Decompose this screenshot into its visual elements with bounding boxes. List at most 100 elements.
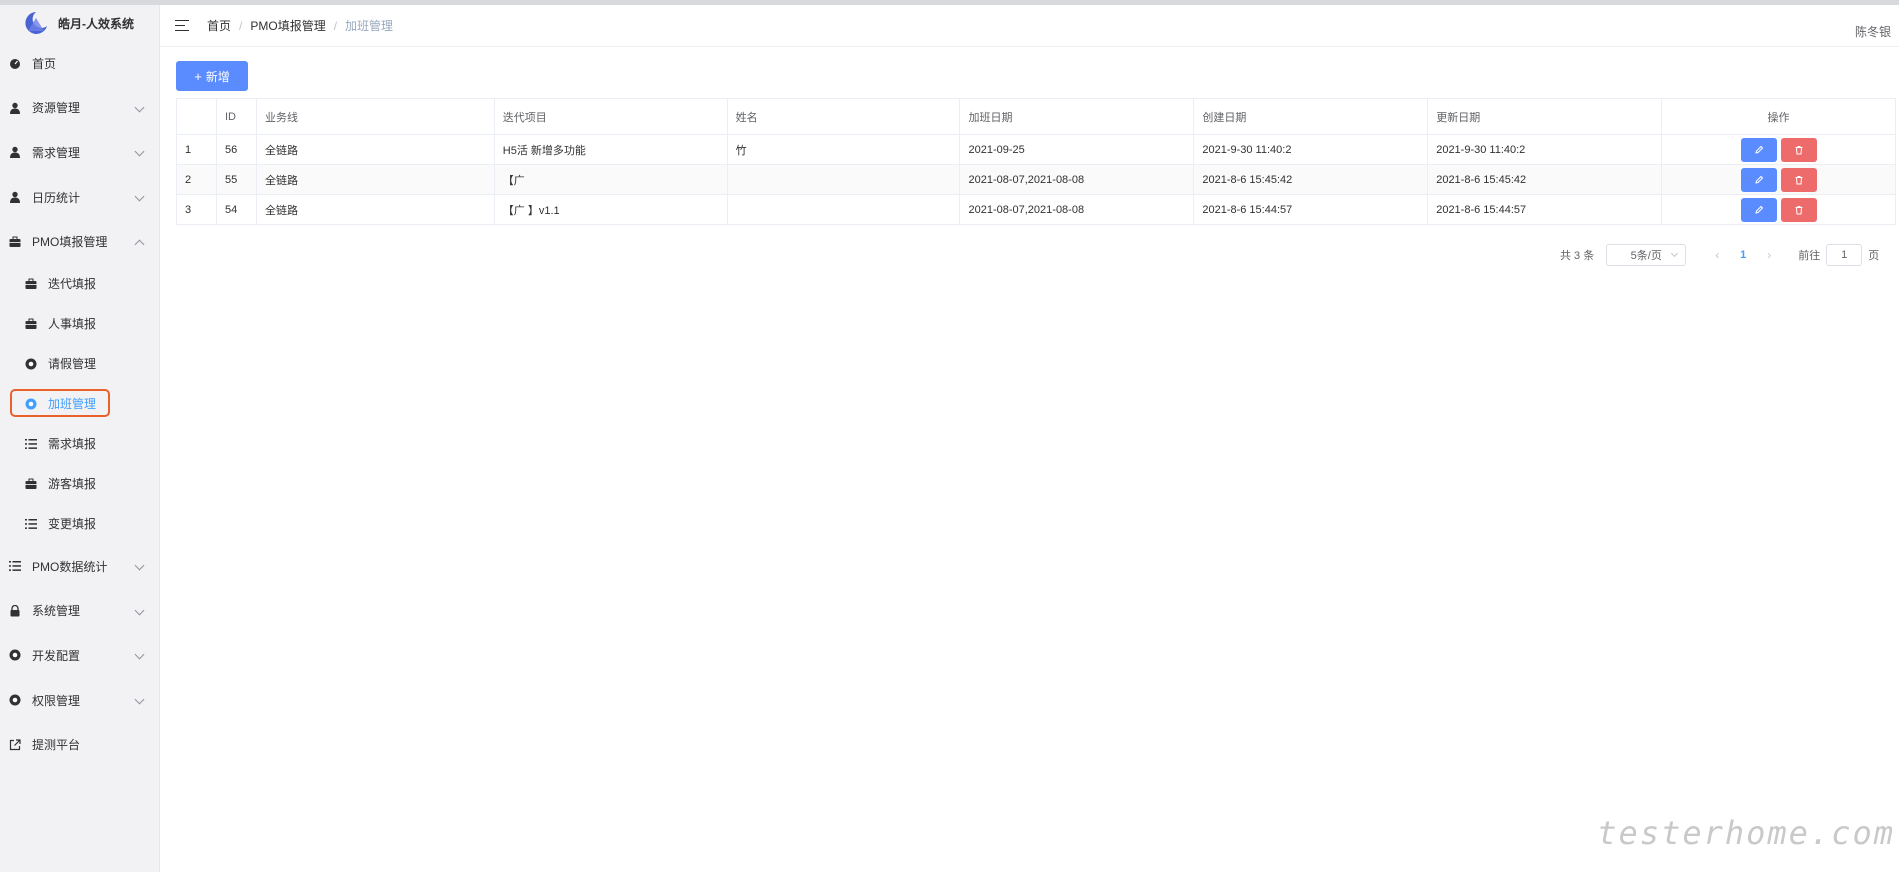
cell-project: H5活 新增多功能	[493, 134, 728, 165]
cell-line: 全链路	[255, 164, 495, 195]
table-body: 1 56 全链路 H5活 新增多功能 竹 2021-09-25 2021-9-30 11:…	[176, 134, 1896, 225]
cell-updated: 2021-8-6 15:45:42	[1427, 164, 1663, 195]
edit-button[interactable]	[1740, 197, 1777, 222]
cell-project: 【广	[493, 164, 728, 195]
page-size-select[interactable]: 5条/页	[1606, 244, 1687, 266]
submenu-item-label: 人事填报	[48, 317, 97, 332]
chevron-down-icon	[134, 560, 145, 571]
prev-page-button[interactable]: ‹	[1704, 248, 1730, 262]
cell-ot_date: 2021-08-07,2021-08-08	[959, 164, 1195, 195]
cell-id: 55	[215, 164, 257, 195]
next-page-button[interactable]: ›	[1756, 248, 1782, 262]
sidebar-item-label: 系统管理	[32, 604, 81, 619]
trash-icon	[1795, 175, 1803, 184]
submenu-item-3[interactable]: 加班管理	[0, 384, 159, 424]
compass-icon	[8, 648, 22, 662]
cell-name	[726, 194, 961, 225]
breadcrumb-separator: /	[239, 18, 243, 33]
cell-index: 3	[176, 194, 217, 225]
sidebar-item-3[interactable]: 日历统计	[0, 175, 159, 220]
list-icon	[24, 517, 38, 531]
sidebar-item-0[interactable]: 首页	[0, 41, 159, 86]
user-menu[interactable]: 陈冬银	[1855, 23, 1891, 40]
chevron-down-icon	[134, 147, 145, 157]
cell-id: 56	[215, 134, 257, 165]
submenu-item-label: 请假管理	[48, 357, 97, 372]
lock-icon	[8, 604, 22, 618]
sidebar-item-2[interactable]: 需求管理	[0, 130, 159, 175]
submenu-item-label: 变更填报	[48, 517, 97, 532]
user-icon	[8, 145, 22, 159]
chevron-up-icon	[134, 239, 145, 250]
delete-button[interactable]	[1780, 197, 1817, 222]
sidebar-item-5[interactable]: PMO数据统计	[0, 544, 159, 589]
submenu-item-label: 游客填报	[48, 477, 97, 492]
sidebar-item-label: 开发配置	[32, 648, 81, 663]
column-header-actions: 操作	[1661, 98, 1896, 135]
delete-button[interactable]	[1780, 137, 1817, 162]
user-icon	[8, 101, 22, 115]
briefcase-icon	[24, 477, 38, 491]
logo[interactable]: 皓月-人效系统	[0, 5, 159, 41]
submenu-item-4[interactable]: 需求填报	[0, 424, 159, 464]
submenu-item-5[interactable]: 游客填报	[0, 464, 159, 504]
chevron-down-icon	[134, 650, 145, 660]
chevron-down-icon	[134, 694, 145, 705]
breadcrumb-pmo[interactable]: PMO填报管理	[250, 17, 325, 34]
cell-index: 2	[176, 164, 217, 195]
cell-name	[726, 164, 961, 195]
sidebar-item-9[interactable]: 提测平台	[0, 722, 159, 767]
edit-icon	[1754, 145, 1763, 154]
list-icon	[8, 559, 22, 573]
column-header-ot-date: 加班日期	[959, 98, 1195, 135]
cell-ot_date: 2021-08-07,2021-08-08	[959, 194, 1195, 225]
sidebar-item-4[interactable]: PMO填报管理	[0, 219, 159, 264]
submenu-item-1[interactable]: 人事填报	[0, 304, 159, 344]
app-title: 皓月-人效系统	[58, 16, 134, 31]
column-header-project: 迭代项目	[493, 98, 728, 135]
cell-name: 竹	[726, 134, 961, 165]
breadcrumb-home[interactable]: 首页	[207, 17, 231, 34]
table-row: 2 55 全链路 【广 2021-08-07,2021-08-08 2021-8-6 15…	[176, 164, 1896, 195]
cell-line: 全链路	[255, 134, 495, 165]
breadcrumb-current: 加班管理	[345, 19, 394, 33]
sidebar-item-1[interactable]: 资源管理	[0, 86, 159, 131]
submenu-item-2[interactable]: 请假管理	[0, 344, 159, 384]
column-header-line: 业务线	[255, 98, 495, 135]
cell-project: 【广 】v1.1	[493, 194, 728, 225]
trash-icon	[1795, 205, 1803, 214]
goto-page-input[interactable]: 1	[1826, 244, 1863, 266]
goto-prefix: 前往	[1798, 250, 1821, 262]
submenu-item-0[interactable]: 迭代填报	[0, 264, 159, 304]
pagination-total: 共 3 条	[1560, 250, 1595, 262]
chevron-down-icon	[1671, 249, 1679, 258]
chevron-down-icon	[134, 191, 145, 202]
page-number[interactable]: 1	[1730, 249, 1756, 261]
sidebar-item-6[interactable]: 系统管理	[0, 589, 159, 634]
edit-button[interactable]	[1740, 137, 1777, 162]
column-header-index	[176, 98, 217, 135]
column-header-created: 创建日期	[1193, 98, 1429, 135]
cell-line: 全链路	[255, 194, 495, 225]
overtime-table: ID 业务线 迭代项目 姓名 加班日期 创建日期 更新日期 操作 1 56 全链路 H…	[176, 98, 1896, 225]
menu-toggle-icon[interactable]	[175, 19, 189, 32]
trash-icon	[1795, 145, 1803, 154]
add-button[interactable]: + 新增	[176, 61, 248, 91]
edit-icon	[1754, 205, 1763, 214]
chevron-down-icon	[134, 605, 145, 616]
cell-actions	[1661, 194, 1896, 225]
sidebar-item-8[interactable]: 权限管理	[0, 678, 159, 723]
header: 首页 / PMO填报管理 / 加班管理 陈冬银	[160, 5, 1899, 47]
add-button-label: 新增	[205, 69, 230, 84]
sidebar-item-label: 提测平台	[32, 738, 81, 753]
sidebar-item-label: PMO填报管理	[32, 235, 108, 250]
user-icon	[8, 190, 22, 204]
delete-button[interactable]	[1780, 167, 1817, 192]
column-header-updated: 更新日期	[1427, 98, 1663, 135]
cell-id: 54	[215, 194, 257, 225]
sidebar-item-label: 需求管理	[32, 145, 81, 160]
submenu-item-6[interactable]: 变更填报	[0, 504, 159, 544]
edit-icon	[1754, 175, 1763, 184]
sidebar-item-7[interactable]: 开发配置	[0, 633, 159, 678]
edit-button[interactable]	[1740, 167, 1777, 192]
